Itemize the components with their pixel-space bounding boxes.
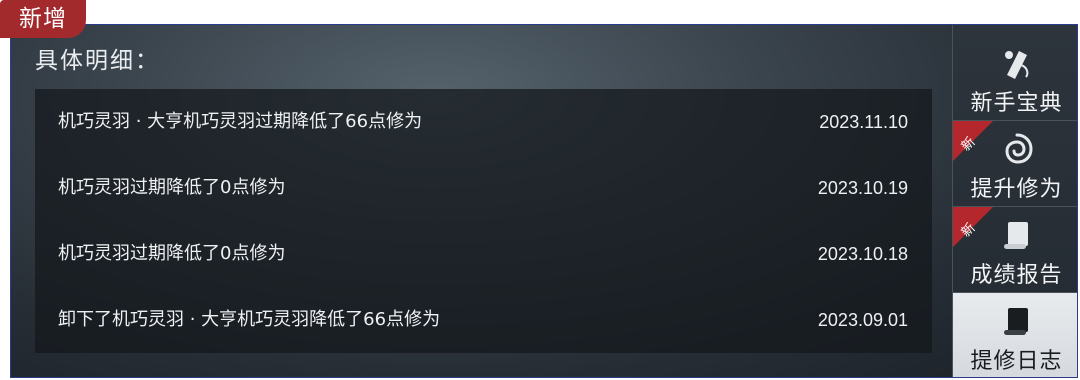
list-item: 机巧灵羽过期降低了0点修为 2023.10.18 [35, 221, 932, 287]
record-text: 机巧灵羽过期降低了0点修为 [58, 243, 286, 264]
sidebar-item-label: 新手宝典 [970, 91, 1063, 116]
sidebar-item-label: 提升修为 [970, 177, 1063, 202]
new-badge: 新增 [0, 0, 86, 38]
panel-frame: 具体明细： 机巧灵羽 · 大亨机巧灵羽过期降低了66点修为 2023.11.10… [10, 24, 1078, 378]
record-date: 2023.11.10 [819, 112, 908, 132]
record-date: 2023.09.01 [817, 310, 908, 330]
sidebar-item-improve-cultivation[interactable]: 新 提升修为 [953, 121, 1077, 207]
list-item: 机巧灵羽过期降低了0点修为 2023.10.19 [35, 155, 932, 221]
record-text: 卸下了机巧灵羽 · 大亨机巧灵羽降低了66点修为 [58, 309, 441, 330]
sidebar: 新手宝典 新 提升修为 新 成绩报告 提修日志 [952, 25, 1077, 377]
scroll-quill-icon [1004, 51, 1028, 79]
detail-section: 具体明细： 机巧灵羽 · 大亨机巧灵羽过期降低了66点修为 2023.11.10… [11, 25, 951, 377]
record-text: 机巧灵羽过期降低了0点修为 [58, 177, 286, 198]
record-text: 机巧灵羽 · 大亨机巧灵羽过期降低了66点修为 [58, 111, 423, 132]
list-item: 机巧灵羽 · 大亨机巧灵羽过期降低了66点修为 2023.11.10 [35, 89, 932, 155]
swirl-icon [1004, 133, 1033, 164]
sidebar-item-cultivation-log[interactable]: 提修日志 [953, 293, 1077, 377]
sidebar-item-score-report[interactable]: 新 成绩报告 [953, 207, 1077, 293]
record-date: 2023.10.19 [817, 178, 908, 198]
sidebar-item-label: 成绩报告 [970, 263, 1063, 288]
section-title: 具体明细： [35, 48, 160, 74]
list-item: 卸下了机巧灵羽 · 大亨机巧灵羽降低了66点修为 2023.09.01 [35, 287, 932, 353]
record-list[interactable]: 机巧灵羽 · 大亨机巧灵羽过期降低了66点修为 2023.11.10 机巧灵羽过… [35, 89, 932, 353]
scroll-icon [1003, 308, 1028, 335]
sidebar-item-beginner-guide[interactable]: 新手宝典 [953, 35, 1077, 121]
scroll-icon [1003, 222, 1028, 249]
record-date: 2023.10.18 [817, 244, 908, 264]
sidebar-item-label: 提修日志 [970, 349, 1063, 374]
